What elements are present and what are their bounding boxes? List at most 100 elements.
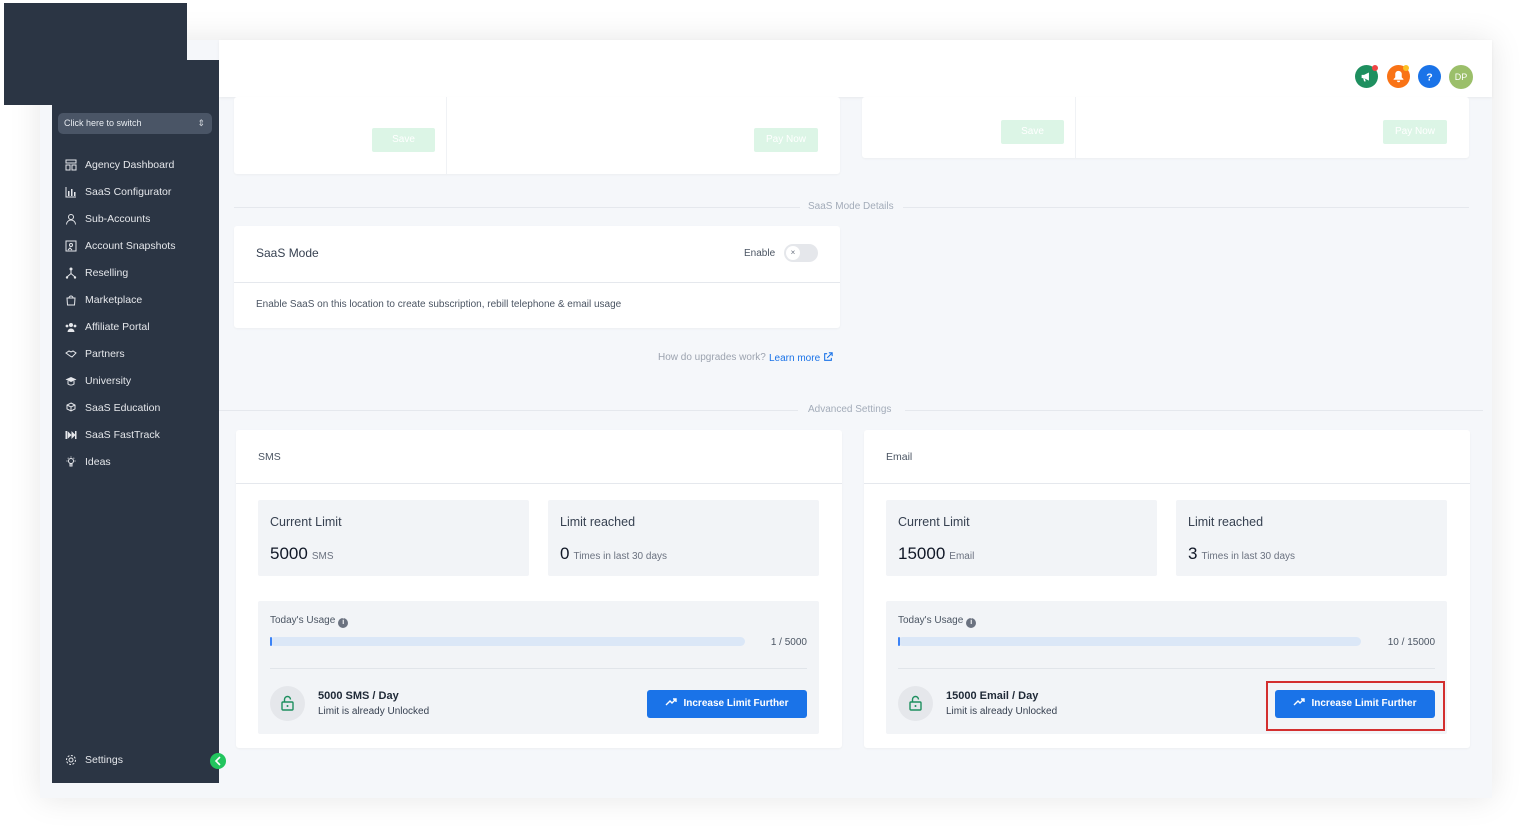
enable-label: Enable: [744, 248, 776, 259]
info-icon[interactable]: i: [338, 618, 349, 628]
limit-reached-label: Limit reached: [560, 515, 636, 529]
sidebar-item-label: Partners: [85, 347, 125, 360]
increase-limit-button[interactable]: Increase Limit Further: [647, 690, 807, 718]
sms-usage-bar: [270, 637, 745, 646]
value-number: 3: [1188, 544, 1198, 563]
sidebar-item-saas-education[interactable]: SaaS Education: [52, 394, 219, 421]
fast-forward-icon: [65, 430, 77, 439]
chevron-updown-icon: ⇕: [197, 118, 205, 128]
chart-bar-icon: [65, 186, 76, 197]
help-icon[interactable]: ?: [1418, 65, 1441, 88]
sidebar-item-settings[interactable]: Settings: [65, 754, 123, 766]
user-icon: [66, 213, 76, 225]
trend-up-icon: [665, 698, 678, 706]
learn-more-link[interactable]: Learn more: [769, 352, 833, 364]
learn-more-label: Learn more: [769, 353, 821, 364]
sidebar-item-affiliate-portal[interactable]: Affiliate Portal: [52, 313, 219, 340]
sidebar: Click here to switch ⇕ Agency Dashboard …: [52, 60, 219, 783]
section-divider-left: [234, 207, 800, 208]
svg-text:?: ?: [1426, 72, 1432, 83]
pay-now-button[interactable]: Pay Now: [754, 128, 818, 152]
button-label: Increase Limit Further: [683, 698, 789, 709]
sms-usage-box: Today's Usage i 1 / 5000 5000 SMS / Day L…: [258, 601, 819, 734]
email-current-limit-card: Current Limit 15000 Email: [886, 500, 1157, 576]
usage-label-text: Today's Usage: [898, 615, 964, 626]
sidebar-item-label: Agency Dashboard: [85, 158, 175, 171]
sidebar-item-reselling[interactable]: Reselling: [52, 259, 219, 286]
snapshot-icon: [65, 240, 77, 251]
usage-bar-fill: [898, 637, 900, 646]
sitemap-icon: [65, 267, 77, 279]
account-switcher[interactable]: Click here to switch ⇕: [58, 113, 212, 134]
limit-title: 5000 SMS / Day: [318, 690, 399, 702]
limit-reached-value: 0 Times in last 30 days: [560, 544, 667, 564]
sidebar-item-label: SaaS Education: [85, 401, 161, 414]
graduation-cap-icon: [65, 376, 77, 386]
limit-status: Limit is already Unlocked: [318, 706, 430, 717]
sidebar-item-label: SaaS FastTrack: [85, 428, 160, 441]
cubes-icon: [66, 401, 76, 412]
current-limit-label: Current Limit: [898, 515, 970, 529]
sidebar-item-label: Affiliate Portal: [85, 320, 150, 333]
unlock-icon: [281, 695, 294, 711]
upgrade-question: How do upgrades work?: [658, 352, 766, 363]
sidebar-item-agency-dashboard[interactable]: Agency Dashboard: [52, 151, 219, 178]
advanced-divider-right: [905, 410, 1483, 411]
sidebar-item-sub-accounts[interactable]: Sub-Accounts: [52, 205, 219, 232]
saas-mode-section-label: SaaS Mode Details: [808, 201, 894, 212]
save-button-right[interactable]: Save: [1001, 120, 1064, 144]
current-limit-value: 5000 SMS: [270, 544, 334, 564]
usage-count: 10 / 15000: [1387, 637, 1435, 648]
saas-mode-toggle[interactable]: ×: [784, 244, 818, 262]
value-unit: Times in last 30 days: [573, 551, 668, 562]
sidebar-item-label: Reselling: [85, 266, 129, 279]
usage-label: Today's Usage i: [270, 615, 349, 628]
sidebar-item-label: SaaS Configurator: [85, 185, 172, 198]
usage-divider: [898, 668, 1435, 669]
sidebar-item-label: Ideas: [85, 455, 111, 468]
card-divider: [446, 97, 447, 174]
unlock-icon: [909, 695, 922, 711]
email-limit-reached-card: Limit reached 3 Times in last 30 days: [1176, 500, 1447, 576]
sms-panel-title: SMS: [258, 451, 281, 463]
section-divider-right: [903, 207, 1469, 208]
limit-reached-label: Limit reached: [1188, 515, 1264, 529]
sidebar-item-ideas[interactable]: Ideas: [52, 448, 219, 475]
chevron-left-icon: [214, 756, 221, 766]
screenshot-stage: ? DP Click here to switch ⇕ Agency Dashb…: [0, 0, 1532, 838]
value-unit: Email: [949, 551, 975, 562]
email-usage-bar: [898, 637, 1361, 646]
pay-now-button-right[interactable]: Pay Now: [1383, 120, 1447, 144]
saas-mode-title: SaaS Mode: [256, 246, 319, 260]
advanced-settings-label: Advanced Settings: [808, 404, 892, 415]
current-limit-value: 15000 Email: [898, 544, 974, 564]
avatar[interactable]: DP: [1449, 65, 1473, 89]
sidebar-item-saas-fasttrack[interactable]: SaaS FastTrack: [52, 421, 219, 448]
sidebar-item-account-snapshots[interactable]: Account Snapshots: [52, 232, 219, 259]
sidebar-item-label: Sub-Accounts: [85, 212, 151, 225]
sidebar-item-saas-configurator[interactable]: SaaS Configurator: [52, 178, 219, 205]
sidebar-nav: Agency Dashboard SaaS Configurator Sub-A…: [52, 151, 219, 475]
usage-label-text: Today's Usage: [270, 615, 336, 626]
info-icon[interactable]: i: [966, 618, 977, 628]
save-button[interactable]: Save: [372, 128, 435, 152]
notification-dot: [1372, 65, 1378, 71]
advanced-divider-left: [219, 410, 798, 411]
sidebar-item-partners[interactable]: Partners: [52, 340, 219, 367]
sidebar-collapse-button[interactable]: [210, 753, 226, 769]
sms-current-limit-card: Current Limit 5000 SMS: [258, 500, 529, 576]
handshake-icon: [65, 349, 77, 358]
sms-limit-reached-card: Limit reached 0 Times in last 30 days: [548, 500, 819, 576]
lightbulb-icon: [66, 456, 76, 466]
value-number: 0: [560, 544, 570, 563]
unlock-icon-circle: [270, 686, 305, 721]
limit-title: 15000 Email / Day: [946, 690, 1039, 702]
card-divider: [236, 483, 842, 484]
value-unit: SMS: [311, 551, 334, 562]
users-icon: [65, 322, 77, 332]
sidebar-item-marketplace[interactable]: Marketplace: [52, 286, 219, 313]
value-number: 15000: [898, 544, 946, 563]
limit-status: Limit is already Unlocked: [946, 706, 1058, 717]
sidebar-item-university[interactable]: University: [52, 367, 219, 394]
saas-mode-card: [234, 226, 840, 328]
